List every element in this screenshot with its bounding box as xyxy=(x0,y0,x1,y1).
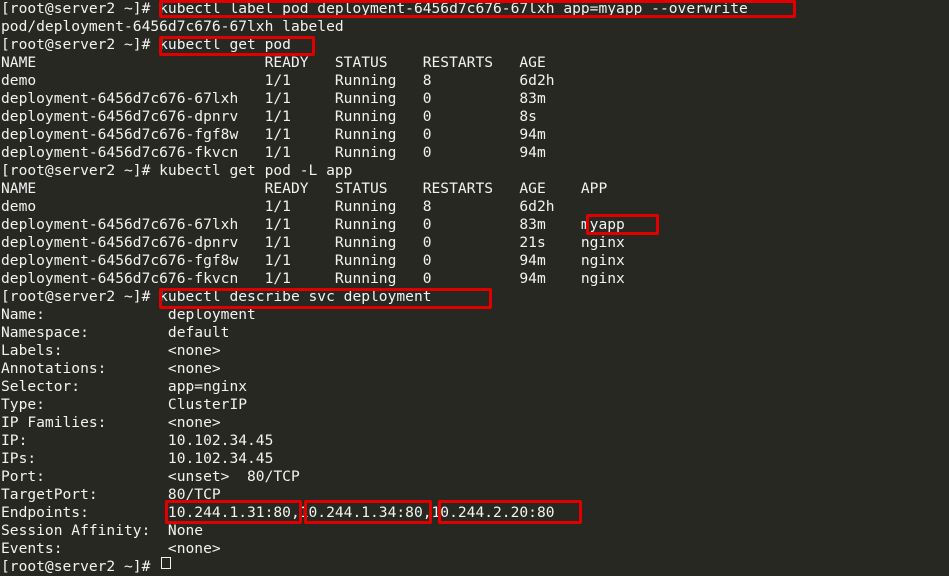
prompt-line: [root@server2 ~]# kubectl get pod xyxy=(1,36,291,53)
endpoints-field: Endpoints: 10.244.1.31:80,10.244.1.34:80… xyxy=(1,504,555,521)
describe-field: Type: ClusterIP xyxy=(1,396,248,413)
table-row: deployment-6456d7c676-67lxh 1/1 Running … xyxy=(1,216,625,233)
describe-field: IPs: 10.102.34.45 xyxy=(1,450,274,467)
table-header: NAME READY STATUS RESTARTS AGE APP xyxy=(1,180,608,197)
terminal-cursor xyxy=(161,557,171,569)
table-row: deployment-6456d7c676-dpnrv 1/1 Running … xyxy=(1,108,537,125)
describe-field: TargetPort: 80/TCP xyxy=(1,486,221,503)
table-row: deployment-6456d7c676-fkvcn 1/1 Running … xyxy=(1,144,546,161)
table-row: deployment-6456d7c676-67lxh 1/1 Running … xyxy=(1,90,546,107)
describe-field: Name: deployment xyxy=(1,306,256,323)
table-header: NAME READY STATUS RESTARTS AGE xyxy=(1,54,546,71)
describe-field: Port: <unset> 80/TCP xyxy=(1,468,300,485)
table-row: deployment-6456d7c676-fkvcn 1/1 Running … xyxy=(1,270,625,287)
table-row: deployment-6456d7c676-dpnrv 1/1 Running … xyxy=(1,234,625,251)
describe-field: Annotations: <none> xyxy=(1,360,221,377)
table-row: demo 1/1 Running 8 6d2h xyxy=(1,198,555,215)
describe-field: Labels: <none> xyxy=(1,342,221,359)
prompt-line: [root@server2 ~]# xyxy=(1,558,160,575)
describe-field: IP: 10.102.34.45 xyxy=(1,432,274,449)
describe-field: Selector: app=nginx xyxy=(1,378,248,395)
prompt-line: [root@server2 ~]# kubectl get pod -L app xyxy=(1,162,353,179)
prompt-line: [root@server2 ~]# kubectl label pod depl… xyxy=(1,0,748,17)
terminal-window[interactable]: [root@server2 ~]# kubectl label pod depl… xyxy=(0,0,949,575)
describe-field: Events: <none> xyxy=(1,540,221,557)
table-row: deployment-6456d7c676-fgf8w 1/1 Running … xyxy=(1,126,546,143)
table-row: deployment-6456d7c676-fgf8w 1/1 Running … xyxy=(1,252,625,269)
describe-field: Namespace: default xyxy=(1,324,230,341)
table-row: demo 1/1 Running 8 6d2h xyxy=(1,72,555,89)
describe-field: IP Families: <none> xyxy=(1,414,221,431)
output-line: pod/deployment-6456d7c676-67lxh labeled xyxy=(1,18,344,35)
prompt-line: [root@server2 ~]# kubectl describe svc d… xyxy=(1,288,432,305)
describe-field: Session Affinity: None xyxy=(1,522,204,539)
